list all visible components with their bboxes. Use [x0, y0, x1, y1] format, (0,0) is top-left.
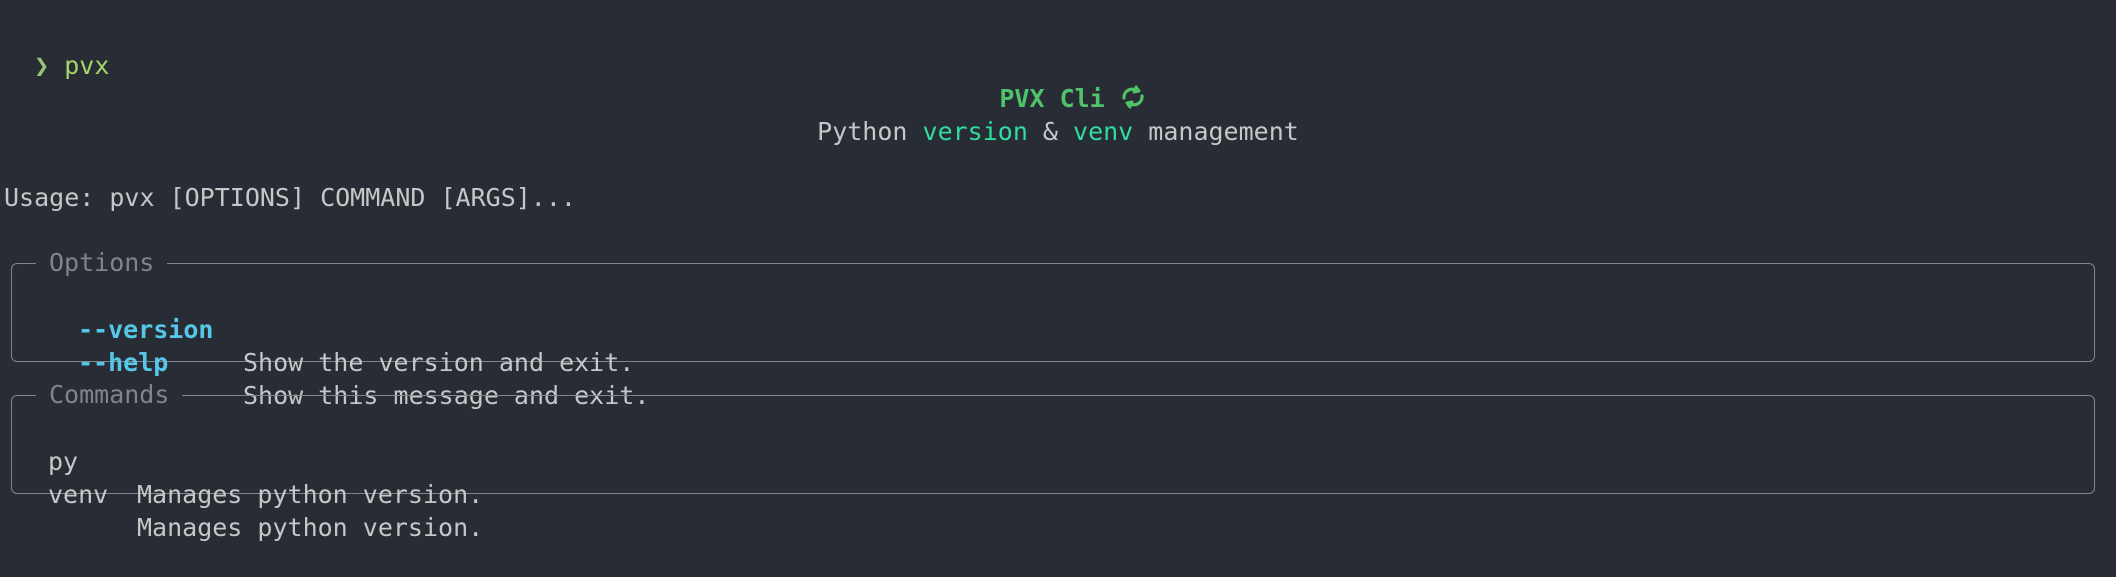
commands-panel-title: Commands [36, 378, 183, 411]
cli-title: PVX Cli [999, 84, 1105, 113]
usage-line: Usage: pvx [OPTIONS] COMMAND [ARGS]... [4, 183, 576, 212]
loop-arrows-icon [1119, 83, 1147, 119]
option-flag-help: --help [78, 348, 169, 377]
command-description: Manages python version. [137, 513, 484, 542]
subtitle-suffix: management [1133, 117, 1299, 146]
options-panel-title: Options [36, 246, 168, 279]
commands-panel: Commands py Manages python version. venv… [11, 378, 2095, 542]
subtitle-mid: & [1027, 117, 1074, 146]
cli-title-line: PVX Cli [0, 49, 2116, 119]
options-panel: Options --version Show the version and e… [11, 246, 2095, 410]
command-row: venv Manages python version. [12, 445, 2094, 577]
subtitle-version: version [922, 117, 1028, 146]
subtitle-prefix: Python [817, 117, 923, 146]
cli-subtitle: Python version & venv management [0, 115, 2116, 148]
subtitle-venv: venv [1073, 117, 1134, 146]
command-name-venv: venv [48, 480, 109, 509]
